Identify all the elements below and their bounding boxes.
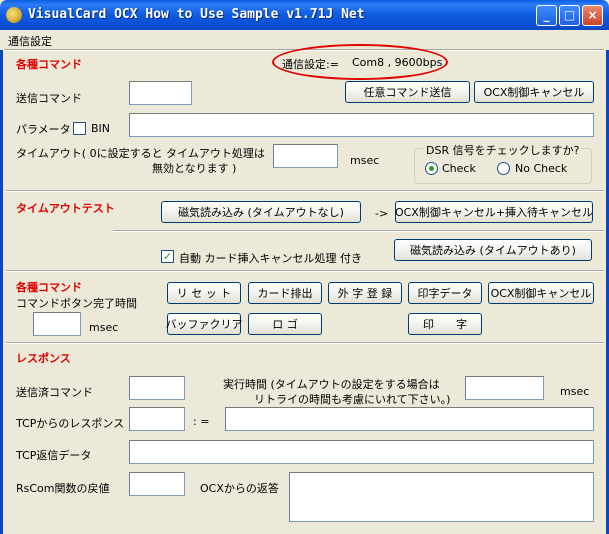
bin-checkbox[interactable] (73, 122, 86, 135)
button-complete-msec-label: msec (89, 321, 119, 334)
rscom-return-output (129, 472, 185, 496)
timeout-label-line1: タイムアウト( 0に設定すると タイムアウト処理は (16, 147, 265, 160)
dsr-nocheck-label: No Check (515, 162, 568, 175)
sent-command-label: 送信済コマンド (16, 386, 93, 399)
divider-3 (6, 342, 604, 344)
arrow-label: -> (375, 207, 389, 220)
dsr-check-radio[interactable] (425, 162, 438, 175)
window-title: VisualCard OCX How to Use Sample v1.71J … (28, 7, 365, 22)
timeout-test-section-title: タイムアウトテスト (16, 202, 115, 215)
close-button[interactable]: × (582, 5, 603, 26)
tcp-response-colon-eq: : = (193, 415, 210, 428)
button-complete-time-label: コマンドボタン完了時間 (16, 297, 137, 310)
timeout-msec-label: msec (350, 154, 380, 167)
tcp-response-code-output (129, 407, 185, 431)
print-button[interactable]: 印 字 (408, 313, 482, 335)
bin-label: BIN (91, 122, 111, 135)
send-command-input[interactable] (129, 81, 192, 105)
various-section-title: 各種コマンド (16, 281, 82, 294)
commands-section-title: 各種コマンド (16, 58, 82, 71)
minimize-button[interactable]: _ (536, 5, 557, 26)
exec-time-msec-label: msec (560, 385, 590, 398)
logo-button[interactable]: ロ ゴ (248, 313, 322, 335)
divider-timeout-inner (113, 230, 604, 232)
button-complete-time-input[interactable] (33, 312, 81, 336)
divider-1 (6, 190, 604, 192)
window-border-left (0, 30, 3, 534)
various-ocx-cancel-button[interactable]: OCX制御キャンセル (488, 282, 594, 304)
auto-cancel-label: 自動 カード挿入キャンセル処理 付き (179, 252, 362, 265)
mag-read-timeout-button[interactable]: 磁気読み込み (タイムアウトあり) (394, 239, 592, 261)
dsr-check-label: Check (442, 162, 476, 175)
comm-setting-label: 通信設定:= (282, 58, 339, 71)
reset-button[interactable]: リ セ ッ ト (167, 282, 241, 304)
ocx-cancel-button[interactable]: OCX制御キャンセル (474, 81, 594, 103)
rscom-return-label: RsCom関数の戻値 (16, 482, 110, 495)
auto-cancel-checkbox[interactable]: ✓ (161, 250, 174, 263)
ocx-return-output (289, 472, 594, 522)
dsr-group-title: DSR 信号をチェックしますか? (424, 142, 582, 158)
tcp-return-data-output (129, 440, 594, 464)
maximize-button[interactable]: □ (559, 5, 580, 26)
app-icon (6, 7, 22, 23)
dsr-nocheck-radio[interactable] (497, 162, 510, 175)
exec-time-label-line2: リトライの時間も考慮にいれて下さい。) (254, 393, 451, 406)
mag-read-no-timeout-button[interactable]: 磁気読み込み (タイムアウトなし) (161, 201, 361, 223)
tcp-response-label: TCPからのレスポンス (16, 417, 125, 430)
any-command-send-button[interactable]: 任意コマンド送信 (345, 81, 470, 103)
response-section-title: レスポンス (16, 352, 71, 365)
menu-comm-settings[interactable]: 通信設定 (8, 33, 52, 49)
external-char-register-button[interactable]: 外 字 登 録 (328, 282, 402, 304)
send-command-label: 送信コマンド (16, 92, 82, 105)
buffer-clear-button[interactable]: バッファクリア (166, 313, 243, 335)
divider-2 (6, 270, 604, 272)
timeout-input[interactable] (273, 144, 338, 168)
timeout-label-line2: 無効となります ) (152, 162, 237, 175)
card-eject-button[interactable]: カード排出 (248, 282, 322, 304)
parameter-input[interactable] (129, 113, 594, 137)
parameter-label: パラメータ (16, 123, 71, 136)
tcp-return-data-label: TCP返信データ (16, 449, 92, 462)
sent-command-output (129, 376, 185, 400)
print-data-button[interactable]: 印字データ (408, 282, 482, 304)
comm-setting-value: Com8 , 9600bps (352, 56, 443, 69)
exec-time-output (465, 376, 544, 400)
exec-time-label-line1: 実行時間 (タイムアウトの設定をする場合は (223, 378, 440, 391)
tcp-response-text-output (225, 407, 594, 431)
ocx-return-label: OCXからの返答 (200, 482, 279, 495)
ocx-cancel-insert-wait-cancel-button[interactable]: OCX制御キャンセル+挿入待キャンセル (395, 201, 593, 223)
